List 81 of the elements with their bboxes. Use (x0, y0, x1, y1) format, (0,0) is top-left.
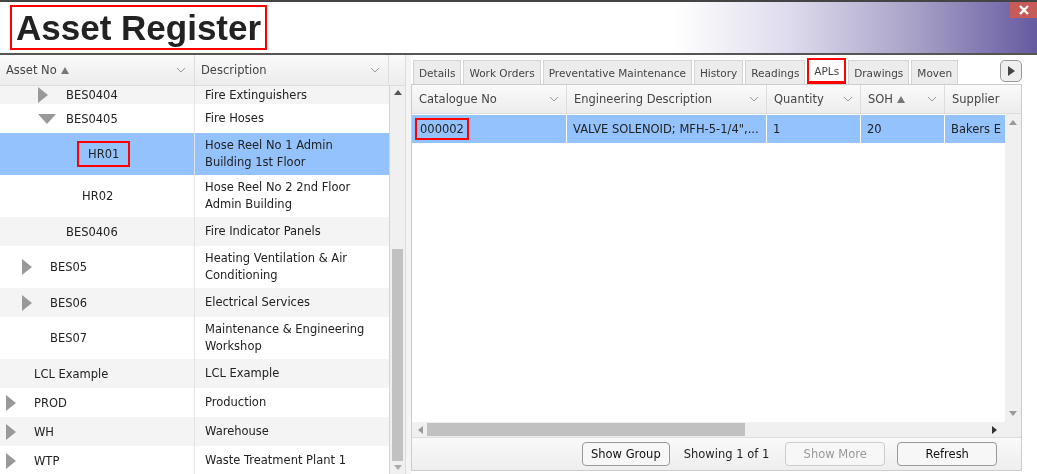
asset-description: Fire Extinguishers (204, 86, 309, 104)
asset-description: Fire Hoses (204, 110, 265, 127)
asset-number: BES05 (49, 259, 89, 276)
expand-arrow-icon[interactable] (6, 423, 16, 440)
asset-description: Production (204, 394, 268, 411)
asset-description: Heating Ventilation & Air Conditioning (204, 250, 349, 284)
expand-arrow-icon[interactable] (22, 259, 32, 275)
asset-number: BES06 (49, 294, 89, 312)
asset-description: Waste Treatment Plant 1 (204, 452, 348, 469)
asset-number: BES07 (49, 330, 89, 347)
asset-number: HR01 (79, 143, 129, 165)
tab[interactable]: Details (413, 60, 462, 84)
asset-number: WH (33, 423, 56, 441)
column-header[interactable]: SOH (861, 85, 945, 113)
column-header[interactable]: Asset No (0, 55, 195, 85)
asset-description: LCL Example (204, 365, 281, 382)
asset-number: BES0405 (65, 110, 119, 128)
scroll-down-icon[interactable] (393, 465, 402, 470)
expand-arrow-icon[interactable] (22, 294, 32, 311)
column-header[interactable]: Catalogue No (412, 85, 567, 113)
table-cell-text: 1 (772, 121, 782, 138)
asset-description: Hose Reel No 2 2nd Floor Admin Building (204, 179, 352, 213)
scroll-right-icon[interactable] (992, 425, 997, 434)
chevron-down-icon[interactable] (176, 67, 186, 73)
horizontal-scrollbar[interactable] (412, 422, 1021, 437)
status-text: Showing 1 of 1 (683, 447, 770, 461)
tree-row[interactable]: LCL Example LCL Example (0, 359, 389, 388)
asset-number: HR02 (81, 188, 115, 205)
tab[interactable]: Drawings (848, 60, 910, 84)
expand-arrow-icon[interactable] (6, 452, 16, 469)
chevron-down-icon[interactable] (749, 96, 759, 102)
tree-row[interactable]: BES06 Electrical Services (0, 288, 389, 317)
asset-number: LCL Example (33, 365, 110, 383)
tab[interactable]: Work Orders (463, 60, 541, 84)
scroll-tabs-button[interactable] (1000, 60, 1022, 82)
tab[interactable]: History (693, 60, 744, 84)
grid-row[interactable]: 000002 VALVE SOLENOID; MFH-5-1/4",... 1 20 Bakers E (412, 115, 1005, 143)
splitter-handle[interactable] (406, 55, 411, 474)
chevron-down-icon[interactable] (370, 67, 380, 73)
close-icon (1017, 4, 1030, 16)
chevron-down-icon[interactable] (927, 96, 937, 102)
expand-arrow-icon[interactable] (38, 87, 48, 103)
asset-description: Warehouse (204, 423, 270, 440)
column-header[interactable]: Supplier (945, 85, 1021, 113)
asset-number: BES0406 (65, 223, 119, 241)
chevron-down-icon[interactable] (549, 96, 559, 102)
tab[interactable]: Readings (745, 60, 806, 84)
close-button[interactable] (1010, 2, 1037, 18)
asset-description: Hose Reel No 1 Admin Building 1st Floor (204, 137, 334, 171)
window-title: Asset Register (10, 5, 268, 50)
table-cell-text: Bakers E (950, 121, 1002, 138)
tree-row[interactable]: BES0406 Fire Indicator Panels (0, 217, 389, 246)
vertical-scrollbar[interactable] (1005, 114, 1021, 422)
chevron-down-icon[interactable] (843, 96, 853, 102)
asset-description: Electrical Services (204, 294, 311, 311)
column-header[interactable]: Description (195, 55, 389, 85)
table-cell-text: 20 (866, 121, 883, 138)
scroll-down-icon[interactable] (1009, 411, 1017, 416)
column-header[interactable]: Quantity (767, 85, 861, 113)
collapse-arrow-icon[interactable] (38, 113, 56, 124)
tree-row[interactable]: HR01 Hose Reel No 1 Admin Building 1st Floor (0, 133, 389, 175)
asset-number: WTP (33, 452, 61, 470)
expand-arrow-icon[interactable] (6, 394, 16, 411)
tab[interactable]: Preventative Maintenance (542, 60, 692, 84)
vertical-scrollbar[interactable] (390, 86, 405, 474)
tree-row[interactable]: WH Warehouse (0, 417, 389, 446)
scroll-up-icon[interactable] (393, 90, 402, 95)
tab[interactable]: APLs (807, 58, 847, 84)
scroll-left-icon[interactable] (418, 425, 423, 434)
refresh-button[interactable]: Refresh (897, 442, 998, 466)
table-cell: 000002 (415, 118, 469, 140)
play-arrow-icon (1007, 66, 1015, 76)
show-group-button[interactable]: Show Group (582, 442, 670, 466)
tree-row[interactable]: BES0404 Fire Extinguishers (0, 86, 389, 104)
asset-number: PROD (33, 394, 68, 412)
tab[interactable]: Moven (911, 60, 959, 84)
asset-description: Fire Indicator Panels (204, 223, 322, 240)
asset-number: BES0404 (65, 87, 119, 104)
table-cell-text: VALVE SOLENOID; MFH-5-1/4",... (572, 121, 760, 138)
asset-description: Maintenance & Engineering Workshop (204, 321, 366, 355)
column-header[interactable]: Engineering Description (567, 85, 767, 113)
